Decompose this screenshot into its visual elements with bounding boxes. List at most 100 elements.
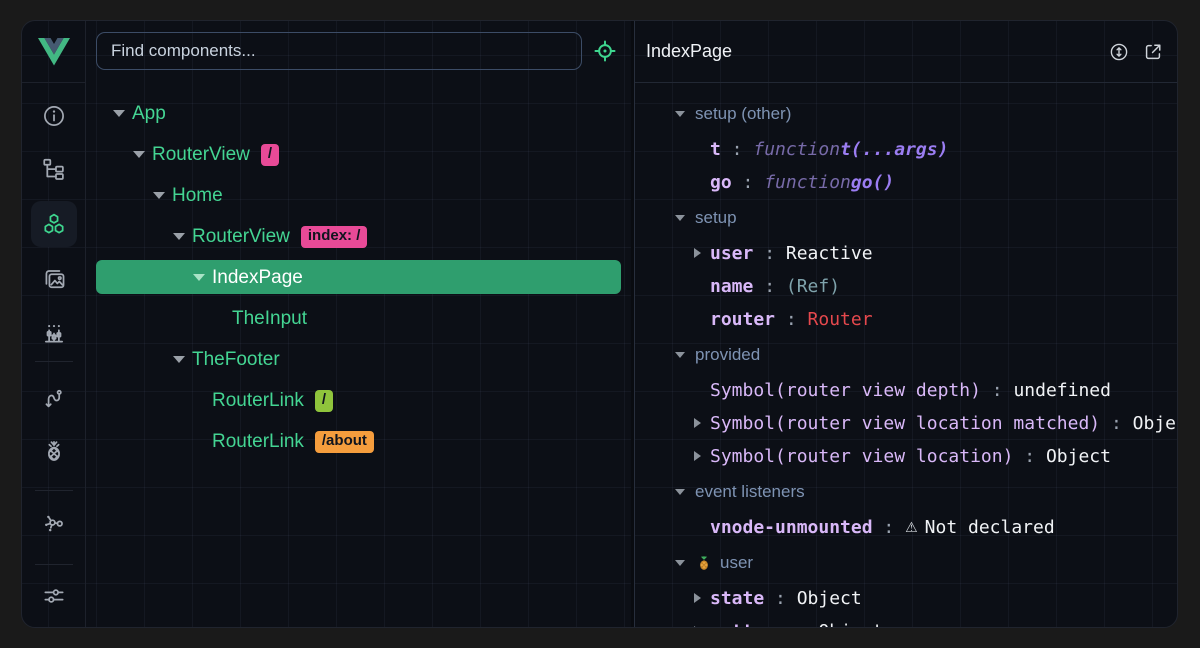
- sidebar-item-router router-icon[interactable]: [34, 379, 74, 419]
- sidebar-divider: [35, 490, 73, 491]
- warning-icon: ⚠: [905, 520, 918, 536]
- sidebar-item-timeline timeline-icon[interactable]: [34, 313, 74, 353]
- scroll-to-component-icon[interactable]: [1108, 41, 1130, 63]
- state-prop-row: Symbol(router view depth)undefined: [635, 374, 1178, 407]
- component-name: RouterView: [152, 144, 250, 166]
- expand-caret-icon[interactable]: [173, 233, 185, 240]
- prop-value: Object: [1046, 446, 1111, 467]
- component-name: Home: [172, 185, 223, 207]
- prop-key: state: [710, 588, 764, 609]
- state-section-user[interactable]: user: [635, 544, 1178, 582]
- route-badge: /: [315, 390, 333, 412]
- tree-row-routerview[interactable]: RouterView /: [86, 134, 632, 175]
- expand-arrow-icon[interactable]: [694, 626, 701, 628]
- section-caret-icon[interactable]: [675, 352, 685, 358]
- function-keyword: function: [764, 172, 851, 193]
- function-signature: go(): [851, 172, 894, 193]
- route-badge: /about: [315, 431, 374, 453]
- state-prop-row: name (Ref): [635, 270, 1178, 303]
- component-name: RouterView: [192, 226, 290, 248]
- sidebar-item-components components-icon[interactable]: [31, 201, 77, 247]
- section-label: event listeners: [695, 482, 805, 502]
- state-prop-row: user Reactive: [635, 237, 1178, 270]
- section-label: setup: [695, 208, 737, 228]
- prop-value: undefined: [1013, 380, 1111, 401]
- state-prop-row: Symbol(router view location)Object: [635, 440, 1178, 473]
- section-caret-icon[interactable]: [675, 560, 685, 566]
- prop-key: t: [710, 139, 721, 160]
- expand-caret-icon[interactable]: [153, 192, 165, 199]
- inspector-state-tree: setup (other) t function t(...args) gofunct…: [635, 95, 1178, 628]
- tree-row-thefooter[interactable]: TheFooter: [86, 339, 632, 380]
- tree-row-theinput[interactable]: TheInput: [86, 298, 632, 339]
- component-name: App: [132, 103, 166, 125]
- component-picker-button crosshair-icon[interactable]: [592, 38, 618, 64]
- state-prop-row: routerRouter: [635, 303, 1178, 336]
- expand-caret-icon[interactable]: [133, 151, 145, 158]
- section-caret-icon[interactable]: [675, 215, 685, 221]
- component-name: RouterLink: [212, 431, 304, 453]
- expand-caret-icon[interactable]: [113, 110, 125, 117]
- colon-separator: [786, 621, 819, 628]
- inspector-title: IndexPage: [646, 41, 732, 62]
- function-signature: t(...args): [840, 139, 948, 160]
- expand-arrow-icon[interactable]: [694, 451, 701, 461]
- state-prop-row: Symbol(router view location matched)Obje…: [635, 407, 1178, 440]
- tree-row-home[interactable]: Home: [86, 175, 632, 216]
- section-caret-icon[interactable]: [675, 489, 685, 495]
- component-name: RouterLink: [212, 390, 304, 412]
- search-input[interactable]: [96, 32, 582, 70]
- prop-value: Object: [1133, 413, 1178, 434]
- expand-arrow-icon[interactable]: [694, 593, 701, 603]
- tree-row-routerlink[interactable]: RouterLink /: [86, 380, 632, 421]
- prop-value: Object: [818, 621, 883, 628]
- section-caret-icon[interactable]: [675, 111, 685, 117]
- state-prop-row: getters Object: [635, 615, 1178, 628]
- state-section-event-listeners[interactable]: event listeners: [635, 473, 1178, 511]
- open-in-editor-icon[interactable]: [1142, 41, 1164, 63]
- vue-logo[interactable]: [22, 21, 85, 83]
- prop-key: getters: [710, 621, 786, 628]
- sidebar-item-overview info-icon[interactable]: [34, 96, 74, 136]
- colon-separator: [732, 172, 765, 193]
- colon-separator: [753, 243, 786, 264]
- expand-caret-icon[interactable]: [173, 356, 185, 363]
- route-badge: /: [261, 144, 279, 166]
- prop-key: user: [710, 243, 753, 264]
- state-section-setup-other-[interactable]: setup (other): [635, 95, 1178, 133]
- tree-row-indexpage[interactable]: IndexPage: [86, 257, 632, 298]
- selected-row-highlight: [96, 260, 621, 294]
- state-section-setup[interactable]: setup: [635, 199, 1178, 237]
- sidebar-item-settings settings-icon[interactable]: [34, 576, 74, 616]
- prop-value: Reactive: [786, 243, 873, 264]
- state-prop-row: vnode-unmounted ⚠ Not declared: [635, 511, 1178, 544]
- sidebar: [22, 21, 86, 627]
- colon-separator: [1100, 413, 1133, 434]
- sidebar-item-assets assets-icon[interactable]: [34, 259, 74, 299]
- expand-arrow-icon[interactable]: [694, 248, 701, 258]
- colon-separator: [873, 517, 906, 538]
- tree-row-app[interactable]: App: [86, 93, 632, 134]
- expand-arrow-icon[interactable]: [694, 418, 701, 428]
- state-section-provided[interactable]: provided: [635, 336, 1178, 374]
- prop-value: Object: [797, 588, 862, 609]
- prop-key: name: [710, 276, 753, 297]
- expand-caret-icon[interactable]: [193, 274, 205, 281]
- section-label: provided: [695, 345, 760, 365]
- function-keyword: function: [753, 139, 840, 160]
- section-label: user: [720, 553, 753, 573]
- prop-value: (Ref): [786, 276, 840, 297]
- component-tree: App RouterView / Home RouterViewindex: / Inde…: [86, 93, 632, 462]
- state-prop-row: t function t(...args): [635, 133, 1178, 166]
- sidebar-item-graph graph-icon[interactable]: [34, 503, 74, 543]
- sidebar-divider: [35, 564, 73, 565]
- state-prop-row: gofunction go(): [635, 166, 1178, 199]
- prop-value: Not declared: [925, 517, 1055, 538]
- tree-row-routerview[interactable]: RouterViewindex: /: [86, 216, 632, 257]
- colon-separator: [1013, 446, 1046, 467]
- tree-row-routerlink[interactable]: RouterLink/about: [86, 421, 632, 462]
- sidebar-item-pages hierarchy-icon[interactable]: [34, 149, 74, 189]
- component-name: IndexPage: [212, 267, 303, 289]
- sidebar-item-pinia pinia-icon[interactable]: [34, 431, 74, 471]
- prop-key: vnode-unmounted: [710, 517, 873, 538]
